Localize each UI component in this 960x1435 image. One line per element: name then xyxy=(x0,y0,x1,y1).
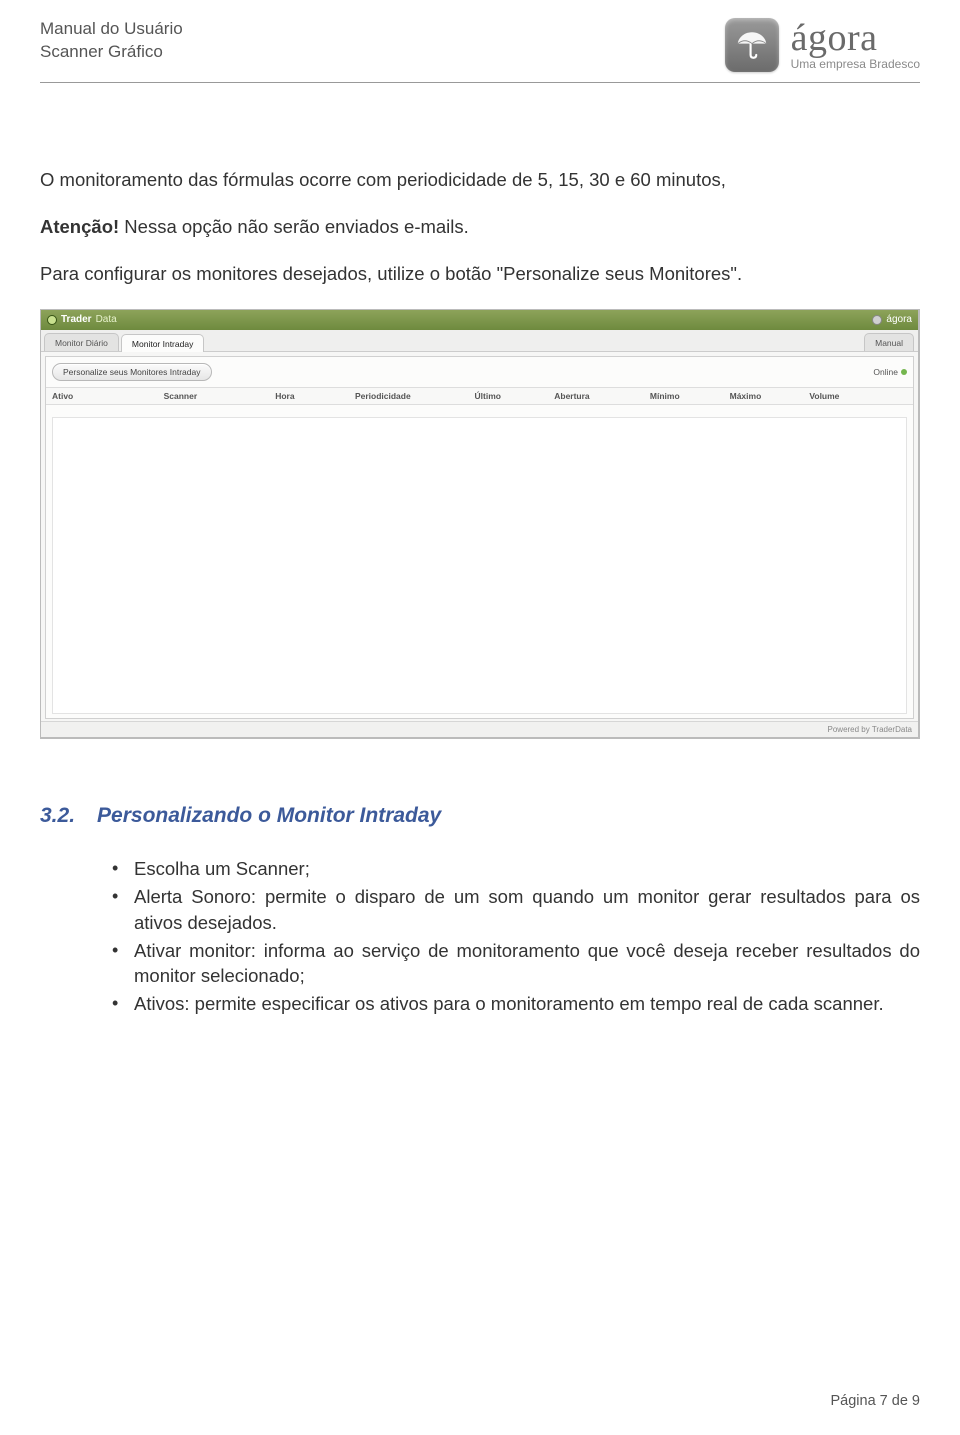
section-title: Personalizando o Monitor Intraday xyxy=(97,804,441,828)
col-minimo[interactable]: Mínimo xyxy=(650,388,730,404)
titlebar-brand: ágora xyxy=(886,314,912,325)
paragraph-2: Atenção! Nessa opção não serão enviados … xyxy=(40,215,920,240)
tab-monitor-diario[interactable]: Monitor Diário xyxy=(44,333,119,351)
col-volume[interactable]: Volume xyxy=(809,388,913,404)
app-icon xyxy=(47,315,57,325)
personalize-monitors-button[interactable]: Personalize seus Monitores Intraday xyxy=(52,363,212,381)
app-title-trader: Trader xyxy=(61,314,92,325)
online-label: Online xyxy=(873,367,898,377)
col-maximo[interactable]: Máximo xyxy=(730,388,810,404)
app-title-data: Data xyxy=(96,314,117,325)
bullet-1: Escolha um Scanner; xyxy=(112,856,920,882)
app-footer: Powered by TraderData xyxy=(41,721,918,737)
paragraph-1: O monitoramento das fórmulas ocorre com … xyxy=(40,168,920,193)
bullet-list: Escolha um Scanner; Alerta Sonoro: permi… xyxy=(40,856,920,1017)
bullet-4: Ativos: permite especificar os ativos pa… xyxy=(112,991,920,1017)
col-ativo[interactable]: Ativo xyxy=(46,388,164,404)
logo-subtitle: Uma empresa Bradesco xyxy=(791,57,920,71)
attention-label: Atenção! xyxy=(40,216,119,237)
logo-text: ágora Uma empresa Bradesco xyxy=(791,19,920,71)
header-title-line1: Manual do Usuário xyxy=(40,18,183,41)
bullet-2: Alerta Sonoro: permite o disparo de um s… xyxy=(112,884,920,936)
logo-umbrella-icon xyxy=(725,18,779,72)
header-divider xyxy=(40,82,920,83)
app-screenshot: Trader Data ágora Monitor Diário Monitor … xyxy=(40,309,920,739)
section-number: 3.2. xyxy=(40,804,75,828)
page-number: Página 7 de 9 xyxy=(831,1393,921,1409)
paragraph-2-rest: Nessa opção não serão enviados e-mails. xyxy=(119,216,469,237)
tab-row: Monitor Diário Monitor Intraday Manual xyxy=(41,330,918,352)
app-titlebar: Trader Data ágora xyxy=(41,310,918,330)
col-abertura[interactable]: Abertura xyxy=(554,388,650,404)
paragraph-3: Para configurar os monitores desejados, … xyxy=(40,262,920,287)
online-dot-icon xyxy=(901,369,907,375)
section-heading: 3.2. Personalizando o Monitor Intraday xyxy=(40,804,920,828)
grid-body-empty xyxy=(52,417,907,714)
body-text: O monitoramento das fórmulas ocorre com … xyxy=(40,168,920,287)
col-hora[interactable]: Hora xyxy=(275,388,355,404)
tab-monitor-intraday[interactable]: Monitor Intraday xyxy=(121,334,204,352)
page-header: Manual do Usuário Scanner Gráfico ágora … xyxy=(40,18,920,72)
col-periodicidade[interactable]: Periodicidade xyxy=(355,388,475,404)
header-title-line2: Scanner Gráfico xyxy=(40,41,183,64)
header-left: Manual do Usuário Scanner Gráfico xyxy=(40,18,183,64)
header-logo: ágora Uma empresa Bradesco xyxy=(725,18,920,72)
bullet-3: Ativar monitor: informa ao serviço de mo… xyxy=(112,938,920,990)
tab-manual[interactable]: Manual xyxy=(864,333,914,351)
col-scanner[interactable]: Scanner xyxy=(164,388,276,404)
logo-brand: ágora xyxy=(791,19,920,57)
grid-header-row: Ativo Scanner Hora Periodicidade Último … xyxy=(46,387,913,405)
col-ultimo[interactable]: Último xyxy=(475,388,555,404)
inner-panel: Personalize seus Monitores Intraday Onli… xyxy=(45,356,914,719)
online-status: Online xyxy=(873,367,907,377)
powered-by-label: Powered by TraderData xyxy=(828,725,913,734)
window-control-icon[interactable] xyxy=(872,315,882,325)
